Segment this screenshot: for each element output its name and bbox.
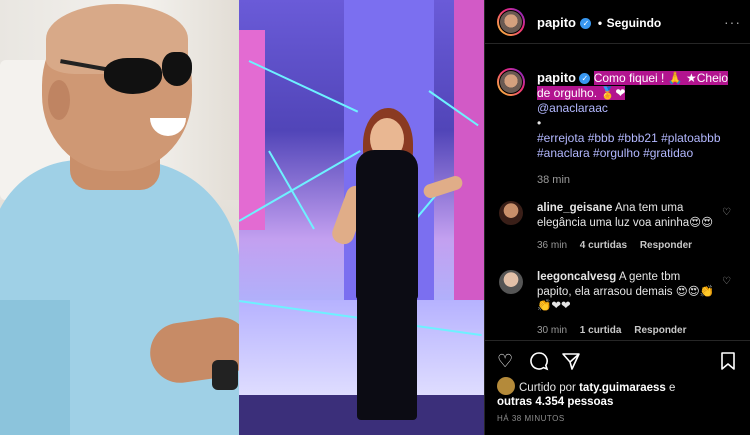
author-username[interactable]: papito xyxy=(537,15,576,30)
comment-item: leegoncalvesg A gente tbm papito, ela ar… xyxy=(495,270,745,336)
photo-sleeve xyxy=(0,300,70,435)
comment-time: 30 min xyxy=(537,325,568,336)
more-options-icon[interactable]: ··· xyxy=(724,14,741,30)
liker-username[interactable]: taty.guimaraess xyxy=(579,382,666,394)
comment-body: aline_geisane Ana tem uma elegância uma … xyxy=(537,201,717,230)
photo-ear xyxy=(48,80,70,120)
caption-mention-link[interactable]: @anaclaraac xyxy=(537,101,608,115)
post-timestamp: HÁ 38 MINUTOS xyxy=(497,414,565,423)
stage-pink-panel-left xyxy=(239,30,265,230)
bookmark-icon[interactable] xyxy=(719,351,737,376)
verified-badge-icon: ✓ xyxy=(579,73,591,84)
comment-avatar[interactable] xyxy=(499,201,523,225)
caption-bullet: • xyxy=(537,116,542,130)
heart-icon[interactable]: ♡ xyxy=(497,351,513,372)
liker-avatar[interactable] xyxy=(497,377,515,395)
comment-username[interactable]: leegoncalvesg xyxy=(537,271,616,283)
comment-meta: 30 min 1 curtida Responder xyxy=(537,325,697,336)
comment-like-heart-icon[interactable]: ♡ xyxy=(722,276,731,287)
comment-likes-count[interactable]: 1 curtida xyxy=(580,325,622,336)
caption-hashtags[interactable]: #anaclara #orgulho #gratidao xyxy=(537,146,693,160)
caption-author-avatar[interactable] xyxy=(497,68,525,96)
likes-summary: Curtido por taty.guimaraess e outras 4.3… xyxy=(497,377,675,409)
stage-pink-panel-right xyxy=(454,0,484,330)
share-icon[interactable] xyxy=(561,351,581,376)
header-separator: • xyxy=(597,16,603,30)
verified-badge-icon: ✓ xyxy=(580,18,592,29)
comment-meta: 36 min 4 curtidas Responder xyxy=(537,240,702,251)
comment-reply-button[interactable]: Responder xyxy=(634,325,686,336)
comment-avatar[interactable] xyxy=(499,270,523,294)
photo-watch xyxy=(212,360,238,390)
comment-body: leegoncalvesg A gente tbm papito, ela ar… xyxy=(537,270,717,314)
sunglasses-lens-left xyxy=(104,58,162,94)
comment-time: 36 min xyxy=(537,240,568,251)
photo-center-tv-stage xyxy=(239,0,484,435)
likes-and: e xyxy=(669,382,676,394)
sunglasses-lens-right xyxy=(162,52,192,86)
likes-others-count[interactable]: outras 4.354 pessoas xyxy=(497,396,613,408)
instagram-post-panel: papito ✓ • Seguindo ··· papito ✓ Como fi… xyxy=(484,0,750,435)
comment-icon[interactable] xyxy=(529,351,549,376)
post-caption: papito ✓ Como fiquei ! 🙏 ★Cheio de orgul… xyxy=(537,70,742,188)
presenter-legs xyxy=(357,290,417,420)
comment-item: aline_geisane Ana tem uma elegância uma … xyxy=(495,201,745,261)
caption-username[interactable]: papito xyxy=(537,70,576,85)
caption-time: 38 min xyxy=(537,174,571,186)
author-avatar[interactable] xyxy=(497,8,525,36)
comment-username[interactable]: aline_geisane xyxy=(537,202,612,214)
post-header: papito ✓ • Seguindo ··· xyxy=(485,0,750,44)
post-actions-bar: ♡ xyxy=(485,340,750,380)
comment-reply-button[interactable]: Responder xyxy=(640,240,692,251)
likes-prefix: Curtido por xyxy=(519,382,576,394)
caption-hashtags[interactable]: #errejota #bbb #bbb21 #platoabbb xyxy=(537,131,721,145)
presenter-jumpsuit xyxy=(356,150,418,300)
comment-like-heart-icon[interactable]: ♡ xyxy=(722,207,731,218)
photo-left-man-sunglasses xyxy=(0,0,239,435)
follow-status-button[interactable]: Seguindo xyxy=(607,16,662,30)
comment-likes-count[interactable]: 4 curtidas xyxy=(580,240,627,251)
